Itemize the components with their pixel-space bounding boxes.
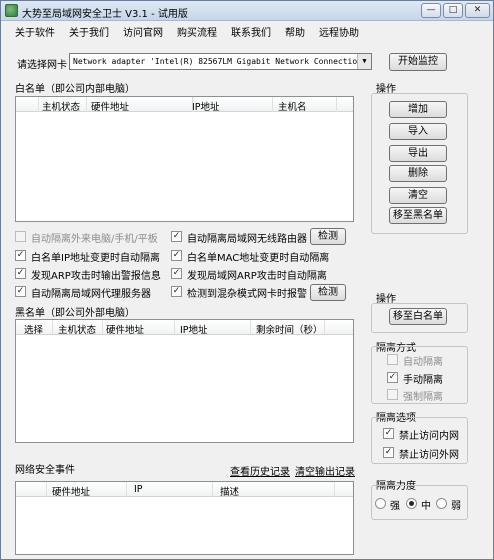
view-history-link[interactable]: 查看历史记录 xyxy=(230,463,290,478)
column-header[interactable]: 硬件地址 xyxy=(91,99,129,113)
delete-button[interactable]: 删除 xyxy=(389,165,447,182)
column-header[interactable]: 选择 xyxy=(24,322,43,336)
column-header[interactable]: IP地址 xyxy=(192,99,220,113)
checkbox-checked[interactable]: ✓ xyxy=(387,372,398,383)
option-promiscuous-alert[interactable]: ✓ 检测到混杂模式网卡时报警 xyxy=(171,285,311,300)
block-intranet[interactable]: ✓ 禁止访问内网 xyxy=(383,427,461,442)
nic-label: 请选择网卡 xyxy=(17,60,67,71)
column-header[interactable]: IP地址 xyxy=(180,322,208,336)
checkbox-checked[interactable]: ✓ xyxy=(15,268,26,279)
checkbox-checked[interactable]: ✓ xyxy=(171,231,182,242)
whitelist-header: 主机状态 硬件地址 IP地址 主机名 xyxy=(16,97,353,113)
start-monitor-button[interactable]: 开始监控 xyxy=(389,53,447,71)
add-button[interactable]: 增加 xyxy=(389,101,447,118)
title-bar: 大势至局域网安全卫士 V3.1 - 试用版 — □ ✕ xyxy=(1,1,493,21)
chevron-down-icon[interactable]: ▼ xyxy=(357,54,371,69)
isolation-forced[interactable]: 强制隔离 xyxy=(387,388,459,403)
app-window: 大势至局域网安全卫士 V3.1 - 试用版 — □ ✕ 关于软件 关于我们 访问… xyxy=(0,0,494,560)
detect-wireless-button[interactable]: 检测 xyxy=(310,228,346,245)
option-arp-alert[interactable]: ✓ 发现ARP攻击时输出警报信息 xyxy=(15,267,170,282)
menu-contact[interactable]: 联系我们 xyxy=(231,24,271,39)
radio-button[interactable] xyxy=(375,498,386,509)
checkbox-checked[interactable]: ✓ xyxy=(383,447,394,458)
column-header[interactable]: IP xyxy=(134,484,143,495)
radio-button-selected[interactable] xyxy=(406,498,417,509)
column-header[interactable]: 描述 xyxy=(220,484,239,498)
blacklist-table[interactable]: 选择 主机状态 硬件地址 IP地址 剩余时间（秒） xyxy=(15,319,354,443)
menu-remote-assist[interactable]: 远程协助 xyxy=(319,24,359,39)
close-button[interactable]: ✕ xyxy=(465,3,490,18)
column-header[interactable]: 剩余时间（秒） xyxy=(256,322,323,336)
blacklist-title: 黑名单（即公司外部电脑） xyxy=(15,308,135,319)
move-to-whitelist-button[interactable]: 移至白名单 xyxy=(389,308,447,325)
clear-button[interactable]: 清空 xyxy=(389,187,447,204)
checkbox-checked[interactable]: ✓ xyxy=(15,286,26,297)
checkbox-checked[interactable]: ✓ xyxy=(15,250,26,261)
import-button[interactable]: 导入 xyxy=(389,123,447,140)
menu-official-site[interactable]: 访问官网 xyxy=(123,24,163,39)
menu-help[interactable]: 帮助 xyxy=(285,24,305,39)
nic-selected-value: Network adapter 'Intel(R) 82567LM Gigabi… xyxy=(73,57,362,66)
blacklist-header: 选择 主机状态 硬件地址 IP地址 剩余时间（秒） xyxy=(16,320,353,336)
restore-button[interactable]: □ xyxy=(443,3,463,18)
events-header: 硬件地址 IP 描述 xyxy=(16,482,353,498)
option-auto-isolate-foreign[interactable]: 自动隔离外来电脑/手机/平板 xyxy=(15,230,170,245)
option-isolate-wireless-router[interactable]: ✓ 自动隔离局域网无线路由器 xyxy=(171,230,311,245)
checkbox[interactable] xyxy=(387,354,398,365)
menu-about-us[interactable]: 关于我们 xyxy=(69,24,109,39)
menu-purchase[interactable]: 购买流程 xyxy=(177,24,217,39)
move-to-blacklist-button[interactable]: 移至黑名单 xyxy=(389,207,447,224)
whitelist-table[interactable]: 主机状态 硬件地址 IP地址 主机名 xyxy=(15,96,354,222)
option-isolate-proxy[interactable]: ✓ 自动隔离局域网代理服务器 xyxy=(15,285,170,300)
radio-button[interactable] xyxy=(436,498,447,509)
events-title: 网络安全事件 xyxy=(15,465,75,476)
isolation-auto[interactable]: 自动隔离 xyxy=(387,353,459,368)
column-header[interactable]: 主机状态 xyxy=(42,99,80,113)
checkbox-checked[interactable]: ✓ xyxy=(171,286,182,297)
strength-strong[interactable]: 强 xyxy=(375,497,403,512)
checkbox-checked[interactable]: ✓ xyxy=(171,250,182,261)
minimize-button[interactable]: — xyxy=(421,3,441,18)
whitelist-title: 白名单（即公司内部电脑） xyxy=(15,84,135,95)
checkbox[interactable] xyxy=(15,231,26,242)
option-isolate-ip-change[interactable]: ✓ 白名单IP地址变更时自动隔离 xyxy=(15,249,170,264)
menu-about-software[interactable]: 关于软件 xyxy=(15,24,55,39)
export-button[interactable]: 导出 xyxy=(389,145,447,162)
column-header[interactable]: 硬件地址 xyxy=(52,484,90,498)
window-title: 大势至局域网安全卫士 V3.1 - 试用版 xyxy=(22,9,188,20)
events-table[interactable]: 硬件地址 IP 描述 xyxy=(15,481,354,555)
column-header[interactable]: 主机状态 xyxy=(58,322,96,336)
block-internet[interactable]: ✓ 禁止访问外网 xyxy=(383,446,461,461)
column-header[interactable]: 主机名 xyxy=(278,99,307,113)
checkbox[interactable] xyxy=(387,389,398,400)
strength-medium[interactable]: 中 xyxy=(406,497,436,512)
strength-weak[interactable]: 弱 xyxy=(436,497,464,512)
isolation-manual[interactable]: ✓ 手动隔离 xyxy=(387,371,459,386)
detect-promiscuous-button[interactable]: 检测 xyxy=(310,284,346,301)
nic-select[interactable]: Network adapter 'Intel(R) 82567LM Gigabi… xyxy=(69,53,372,70)
column-header[interactable]: 硬件地址 xyxy=(106,322,144,336)
clear-output-link[interactable]: 清空输出记录 xyxy=(295,463,355,478)
option-isolate-mac-change[interactable]: ✓ 白名单MAC地址变更时自动隔离 xyxy=(171,249,329,264)
menu-bar: 关于软件 关于我们 访问官网 购买流程 联系我们 帮助 远程协助 xyxy=(1,21,493,39)
checkbox-checked[interactable]: ✓ xyxy=(383,428,394,439)
option-arp-isolate[interactable]: ✓ 发现局域网ARP攻击时自动隔离 xyxy=(171,267,327,282)
checkbox-checked[interactable]: ✓ xyxy=(171,268,182,279)
app-shield-icon xyxy=(5,4,18,17)
